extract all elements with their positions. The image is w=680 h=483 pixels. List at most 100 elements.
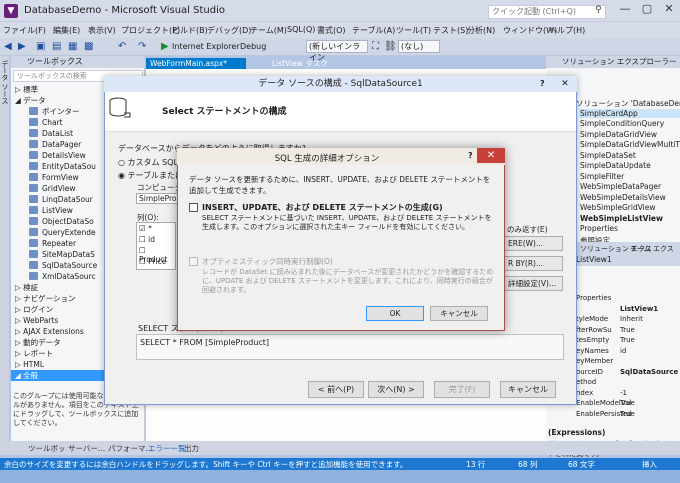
back-icon[interactable]: ◀: [4, 41, 12, 52]
tab-error-list[interactable]: エラー一覧: [148, 443, 186, 454]
data-sources-tab[interactable]: データ ソース: [0, 60, 10, 104]
save-icon[interactable]: ▦: [68, 41, 77, 52]
tab-webformmain[interactable]: WebFormMain.aspx*: [146, 58, 246, 69]
new-project-icon[interactable]: ▣: [36, 41, 45, 52]
search-icon[interactable]: ⚲: [595, 5, 602, 15]
property-name[interactable]: tesEmpty: [576, 336, 609, 344]
save-all-icon[interactable]: ▩: [84, 41, 93, 52]
link-style-icon[interactable]: ⛓: [384, 41, 397, 52]
configuration-combo[interactable]: Debug: [240, 42, 266, 51]
column-checkbox[interactable]: ☐ Price: [139, 257, 166, 266]
solution-tree-item[interactable]: ソリューション 'DatabaseDemo' (: [576, 98, 680, 109]
style-combo[interactable]: (新しいインライン: [306, 40, 368, 62]
optimistic-concurrency-checkbox[interactable]: [189, 257, 198, 266]
property-value[interactable]: -1: [620, 389, 627, 397]
property-name[interactable]: ourceID: [576, 368, 603, 376]
column-checkbox[interactable]: ☐ id: [139, 235, 155, 244]
column-checkbox[interactable]: ☑ *: [139, 224, 152, 233]
property-name[interactable]: tyleMode: [576, 315, 608, 323]
property-value[interactable]: True: [620, 336, 635, 344]
expander-icon[interactable]: ▷: [15, 305, 23, 314]
cancel-button[interactable]: キャンセル: [500, 381, 556, 398]
expander-icon[interactable]: ◢: [15, 371, 23, 380]
menu-view[interactable]: 表示(V): [88, 25, 116, 36]
expander-icon[interactable]: ▷: [15, 316, 23, 325]
solution-tree-item[interactable]: SimpleDataGridViewMultiT: [580, 140, 680, 149]
ok-button[interactable]: OK: [366, 306, 424, 321]
forward-icon[interactable]: ▶: [18, 41, 26, 52]
menu-table[interactable]: テーブル(A): [352, 25, 395, 36]
solution-tree-item[interactable]: SimpleCardApp: [580, 108, 680, 118]
minimize-icon[interactable]: —: [614, 0, 636, 18]
menu-tools[interactable]: ツール(T): [396, 25, 431, 36]
run-target-label[interactable]: Internet Explorer: [172, 42, 240, 51]
menu-help[interactable]: ヘルプ(H): [549, 25, 585, 36]
solution-tree-item[interactable]: SimpleDataUpdate: [580, 161, 651, 170]
unique-rows-checkbox[interactable]: のみ返す(E): [507, 224, 548, 235]
solution-tree-item[interactable]: WebSimpleDetailsView: [580, 193, 666, 202]
cancel-button[interactable]: キャンセル: [430, 306, 488, 321]
property-name[interactable]: fterRowSu: [576, 326, 612, 334]
tab-server-explorer[interactable]: サーバー...: [68, 443, 105, 454]
tab-output[interactable]: 出力: [184, 443, 199, 454]
expander-icon[interactable]: ▷: [15, 283, 23, 292]
tab-performance[interactable]: パフォーマ...: [108, 443, 153, 454]
close-icon[interactable]: ✕: [555, 77, 575, 91]
solution-tree-item[interactable]: WebSimpleDataPager: [580, 182, 661, 191]
help-icon[interactable]: ?: [540, 79, 545, 88]
property-name[interactable]: ndex: [576, 389, 593, 397]
solution-tree-item[interactable]: WebSimpleGridView: [580, 203, 656, 212]
close-icon[interactable]: ✕: [477, 148, 505, 163]
property-name[interactable]: Properties: [576, 294, 611, 302]
style-icon[interactable]: ⛶: [372, 41, 379, 52]
open-icon[interactable]: ▤: [52, 41, 61, 52]
start-debug-icon[interactable]: ▶: [161, 41, 169, 52]
expander-icon[interactable]: ▷: [15, 338, 23, 347]
expander-icon[interactable]: ▷: [15, 327, 23, 336]
expander-icon[interactable]: ▷: [15, 85, 23, 94]
menu-test[interactable]: テスト(S): [433, 25, 468, 36]
menu-debug[interactable]: デバッグ(D): [207, 25, 251, 36]
quick-launch-input[interactable]: クイック起動 (Ctrl+Q): [488, 5, 606, 19]
property-value[interactable]: id: [620, 347, 626, 355]
solution-tree-item[interactable]: SimpleFilter: [580, 172, 624, 181]
order-by-button[interactable]: R BY(R)...: [503, 256, 563, 271]
menu-edit[interactable]: 編集(E): [53, 25, 80, 36]
property-value[interactable]: SqlDataSource: [620, 368, 678, 376]
menu-team[interactable]: チーム(M): [250, 25, 287, 36]
property-value[interactable]: True: [620, 410, 635, 418]
menu-file[interactable]: ファイル(F): [3, 25, 46, 36]
property-value[interactable]: Inherit: [620, 315, 643, 323]
font-combo[interactable]: (なし): [398, 40, 440, 53]
tab-toolbox[interactable]: ツールボッ: [28, 443, 66, 454]
undo-icon[interactable]: ↶: [118, 41, 126, 52]
menu-format[interactable]: 書式(O): [317, 25, 346, 36]
solution-tree-item[interactable]: SimpleConditionQuery: [580, 119, 664, 128]
generate-statements-checkbox[interactable]: [189, 203, 198, 212]
property-value[interactable]: ListView1: [620, 305, 658, 313]
property-value[interactable]: True: [620, 326, 635, 334]
optimistic-concurrency-label[interactable]: オプティミスティック同時実行制御(O): [202, 256, 333, 267]
solution-tree-item[interactable]: SimpleDataSet: [580, 151, 636, 160]
menu-analyze[interactable]: 分析(N): [467, 25, 495, 36]
advanced-button[interactable]: 詳細設定(V)...: [503, 276, 563, 291]
menu-sql[interactable]: SQL(Q): [287, 25, 315, 34]
previous-button[interactable]: < 前へ(P): [308, 381, 364, 398]
menu-build[interactable]: ビルド(B): [172, 25, 208, 36]
solution-tree-item[interactable]: WebSimpleListView: [580, 214, 663, 223]
redo-icon[interactable]: ↷: [138, 41, 146, 52]
solution-tree-item[interactable]: SimpleDataGridView: [580, 130, 657, 139]
maximize-icon[interactable]: ▢: [636, 0, 658, 18]
next-button[interactable]: 次へ(N) >: [368, 381, 424, 398]
property-name[interactable]: eyMember: [576, 357, 613, 365]
expander-icon[interactable]: ▷: [15, 349, 23, 358]
close-icon[interactable]: ✕: [658, 0, 680, 18]
property-value[interactable]: True: [620, 399, 635, 407]
property-name[interactable]: ethod: [576, 378, 596, 386]
expander-icon[interactable]: ▷: [15, 360, 23, 369]
expander-icon[interactable]: ▷: [15, 294, 23, 303]
where-button[interactable]: ERE(W)...: [503, 236, 563, 251]
generate-statements-label[interactable]: INSERT、UPDATE、および DELETE ステートメントの生成(G): [202, 202, 443, 213]
property-name[interactable]: eyNames: [576, 347, 609, 355]
finish-button[interactable]: 完了(F): [434, 381, 490, 398]
